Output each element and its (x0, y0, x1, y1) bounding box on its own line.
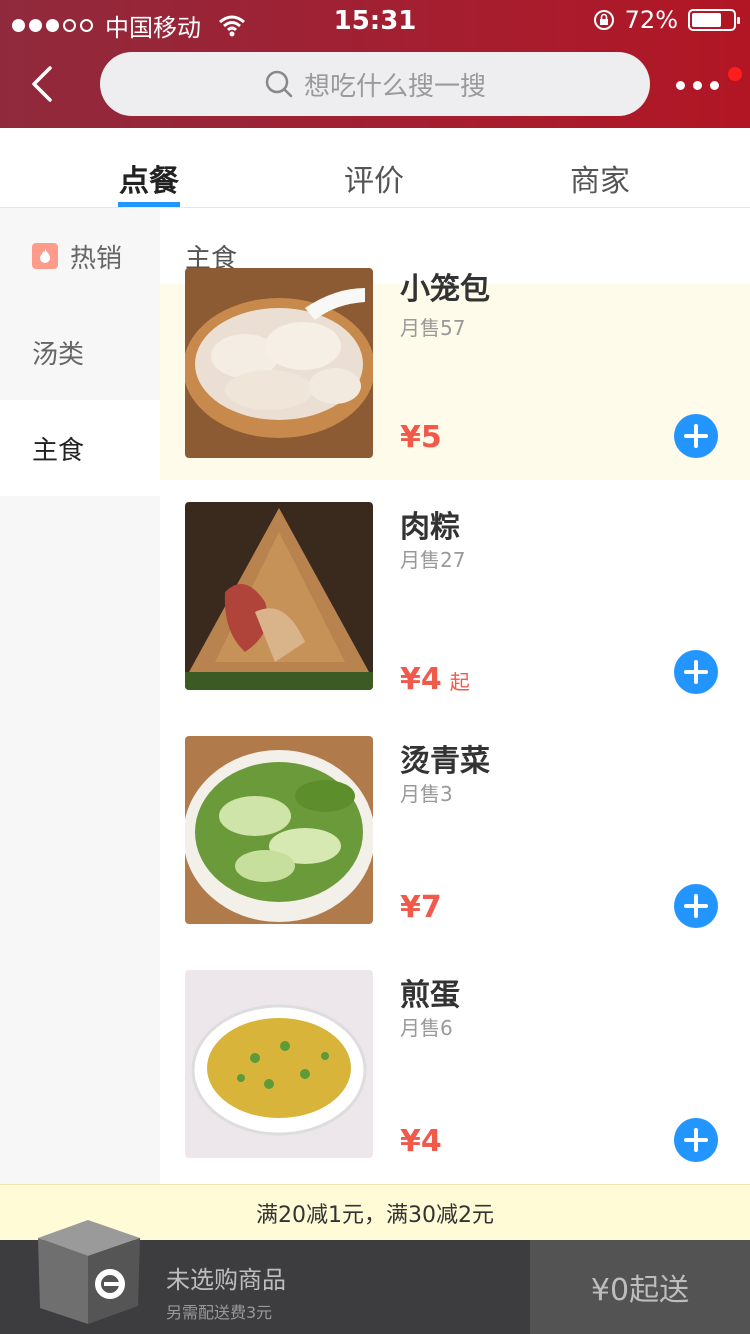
tab-order[interactable]: 点餐 (59, 156, 239, 200)
sidebar-item-soup[interactable]: 汤类 (0, 304, 160, 400)
menu-item[interactable]: 肉粽 月售27 ¥4 起 (160, 502, 750, 712)
checkout-button[interactable]: ¥0起送 (530, 1240, 750, 1334)
add-to-cart-button[interactable] (674, 1118, 718, 1162)
dish-name: 烫青菜 (400, 744, 490, 779)
add-to-cart-button[interactable] (674, 650, 718, 694)
menu-item[interactable]: 煎蛋 月售6 ¥4 (160, 970, 750, 1180)
dish-image (185, 736, 373, 924)
more-dot (710, 80, 719, 90)
add-to-cart-button[interactable] (674, 884, 718, 928)
back-icon[interactable] (22, 54, 66, 114)
sidebar-item-label: 热销 (70, 243, 123, 274)
rotation-lock-icon (593, 10, 614, 30)
menu-item[interactable]: 烫青菜 月售3 ¥7 (160, 736, 750, 946)
cart-info[interactable]: 未选购商品 另需配送费3元 (166, 1260, 286, 1323)
top-bar: 中国移动 15:31 72% 想吃什么搜一搜 (0, 0, 750, 128)
active-tab-indicator (118, 202, 180, 207)
menu-list: 主食 小笼包 月售57 ¥5 肉粽 月售27 ¥4 起 烫青菜 月售3 ¥7 煎… (160, 208, 750, 1184)
monthly-sales: 月售6 (400, 1016, 453, 1040)
search-input[interactable]: 想吃什么搜一搜 (100, 52, 650, 116)
sidebar-item-label: 主食 (32, 435, 85, 466)
price-suffix: 起 (449, 670, 470, 694)
battery-icon (688, 9, 740, 31)
battery-fill (692, 13, 721, 27)
dish-image (185, 268, 373, 458)
search-placeholder: 想吃什么搜一搜 (303, 71, 486, 102)
status-bar: 中国移动 15:31 72% (0, 0, 750, 42)
more-dot (693, 80, 702, 90)
price-value: ¥4 (400, 1124, 442, 1159)
search-icon (265, 70, 293, 98)
dish-price: ¥4 起 (400, 662, 470, 697)
delivery-fee-note: 另需配送费3元 (166, 1303, 273, 1322)
dish-name: 煎蛋 (400, 978, 460, 1013)
sidebar-item-hot[interactable]: 热销 (0, 208, 160, 304)
dish-name: 肉粽 (400, 510, 460, 545)
monthly-sales: 月售27 (400, 548, 466, 572)
tab-reviews[interactable]: 评价 (284, 156, 464, 200)
dish-price: ¥4 (400, 1124, 450, 1159)
monthly-sales: 月售57 (400, 316, 466, 340)
dish-price: ¥7 (400, 890, 450, 925)
category-sidebar: 热销 汤类 主食 (0, 208, 160, 1334)
add-to-cart-button[interactable] (674, 414, 718, 458)
monthly-sales: 月售3 (400, 782, 453, 806)
dish-image (185, 502, 373, 690)
tab-bar: 点餐 评价 商家 (0, 128, 750, 208)
sidebar-item-label: 汤类 (32, 339, 85, 370)
dish-price: ¥5 (400, 420, 450, 455)
cart-title: 未选购商品 (166, 1266, 286, 1294)
price-value: ¥4 (400, 662, 442, 697)
dish-image (185, 970, 373, 1158)
menu-item[interactable]: 小笼包 月售57 ¥5 (160, 268, 750, 480)
price-value: ¥5 (400, 420, 442, 455)
tab-merchant[interactable]: 商家 (510, 156, 690, 200)
price-value: ¥7 (400, 890, 442, 925)
notification-badge (728, 67, 742, 81)
cart-box-icon[interactable] (30, 1216, 146, 1326)
more-menu-button[interactable] (676, 70, 726, 100)
more-dot (676, 80, 685, 90)
battery-percent: 72% (624, 6, 678, 34)
flame-icon (32, 243, 58, 269)
dish-name: 小笼包 (400, 272, 490, 307)
sidebar-item-staple[interactable]: 主食 (0, 400, 160, 496)
status-right: 72% (593, 6, 740, 34)
